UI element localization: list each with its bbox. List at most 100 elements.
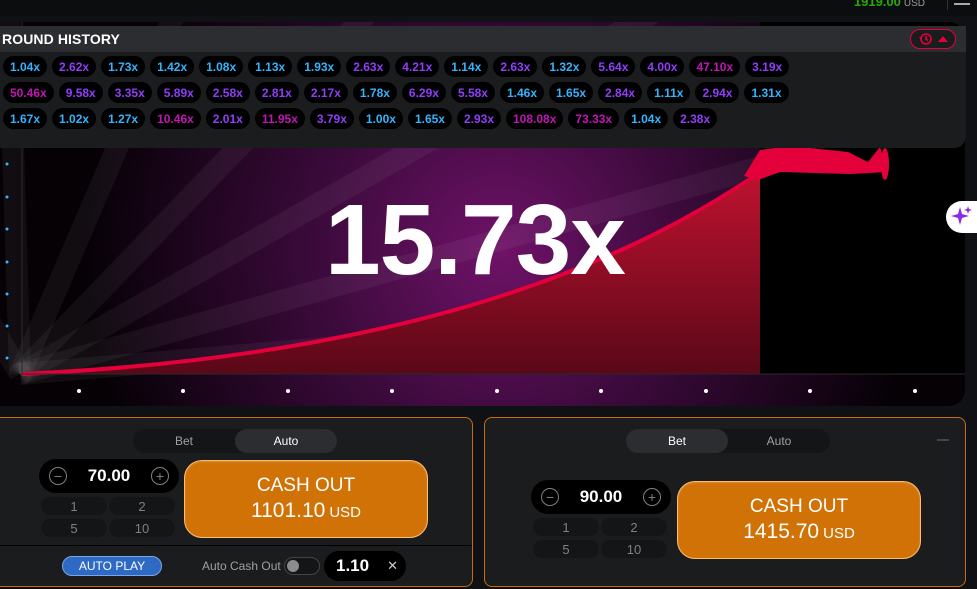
history-icon <box>918 33 932 45</box>
cash-out-button[interactable]: CASH OUT 1101.10 USD <box>184 460 428 538</box>
history-multiplier-chip[interactable]: 2.93x <box>456 108 501 129</box>
bet-mode-tabs: Bet Auto <box>133 429 337 453</box>
tab-bet[interactable]: Bet <box>133 429 235 453</box>
auto-cash-out-label: Auto Cash Out <box>202 559 281 573</box>
history-multiplier-chip[interactable]: 1.27x <box>101 108 146 129</box>
quick-bet-5[interactable]: 5 <box>533 540 599 558</box>
history-multiplier-chip[interactable]: 4.21x <box>395 56 440 77</box>
history-multiplier-chip[interactable]: 1.31x <box>744 82 789 103</box>
bet-amount-stepper: − 70.00 + <box>39 459 179 493</box>
balance-currency: USD <box>903 0 925 9</box>
history-multiplier-chip[interactable]: 1.65x <box>549 82 594 103</box>
current-multiplier: 15.73x <box>325 184 626 296</box>
history-multiplier-chip[interactable]: 11.95x <box>254 108 305 129</box>
history-multiplier-chip[interactable]: 3.35x <box>107 82 152 103</box>
top-bar: 1919.00 USD <box>0 0 977 16</box>
panel-divider <box>0 545 472 546</box>
history-multiplier-chip[interactable]: 10.46x <box>150 108 201 129</box>
cash-out-label: CASH OUT <box>256 475 356 496</box>
auto-play-button[interactable]: AUTO PLAY <box>62 556 162 576</box>
hamburger-icon[interactable] <box>947 0 970 10</box>
balance-value: 1919.00 <box>853 0 901 9</box>
history-multiplier-chip[interactable]: 2.81x <box>254 82 299 103</box>
history-multiplier-chip[interactable]: 4.00x <box>640 56 685 77</box>
bet-amount-stepper: − 90.00 + <box>531 480 671 514</box>
history-multiplier-chip[interactable]: 1.14x <box>444 56 489 77</box>
history-multiplier-chip[interactable]: 5.89x <box>156 82 201 103</box>
bet-panel-2: Bet Auto − 90.00 + 1 2 5 10 CASH OUT 141… <box>484 417 966 587</box>
quick-bet-1[interactable]: 1 <box>533 518 599 536</box>
history-multiplier-chip[interactable]: 2.84x <box>598 82 643 103</box>
history-multiplier-chip[interactable]: 3.79x <box>309 108 354 129</box>
history-multiplier-chip[interactable]: 2.17x <box>303 82 348 103</box>
minus-icon[interactable]: − <box>49 467 67 485</box>
bet-amount[interactable]: 90.00 <box>580 487 623 507</box>
quick-bet-2[interactable]: 2 <box>109 497 175 515</box>
history-multiplier-chip[interactable]: 5.64x <box>591 56 636 77</box>
history-multiplier-chip[interactable]: 2.58x <box>205 82 250 103</box>
history-row: 1.67x 1.02x 1.27x 10.46x 2.01x 11.95x 3.79x 1.0… <box>3 108 966 129</box>
auto-cash-out-input[interactable]: 1.10 ✕ <box>324 551 406 581</box>
history-multiplier-chip[interactable]: 1.11x <box>647 82 691 103</box>
round-history-header: ROUND HISTORY <box>0 26 966 52</box>
history-multiplier-chip[interactable]: 108.08x <box>506 108 564 129</box>
history-multiplier-chip[interactable]: 1.32x <box>542 56 587 77</box>
balance: 1919.00 USD <box>854 0 925 9</box>
history-multiplier-chip[interactable]: 5.58x <box>450 82 495 103</box>
quick-bet-10[interactable]: 10 <box>109 519 175 537</box>
history-multiplier-chip[interactable]: 1.93x <box>297 56 342 77</box>
bet-panel-1: Bet Auto − 70.00 + 1 2 5 10 CASH OUT 110… <box>0 417 473 587</box>
history-multiplier-chip[interactable]: 3.19x <box>745 56 790 77</box>
tab-auto[interactable]: Auto <box>728 429 830 453</box>
bet-amount[interactable]: 70.00 <box>88 466 131 486</box>
history-multiplier-chip[interactable]: 2.38x <box>673 108 718 129</box>
tab-auto[interactable]: Auto <box>235 429 337 453</box>
cash-out-currency: USD <box>329 504 362 521</box>
bet-mode-tabs: Bet Auto <box>626 429 830 453</box>
remove-panel-icon[interactable] <box>937 439 949 441</box>
history-multiplier-chip[interactable]: 1.00x <box>358 108 403 129</box>
history-multiplier-chip[interactable]: 2.63x <box>346 56 391 77</box>
cash-out-button[interactable]: CASH OUT 1415.70 USD <box>677 481 921 559</box>
history-multiplier-chip[interactable]: 2.94x <box>695 82 740 103</box>
history-multiplier-chip[interactable]: 50.46x <box>3 82 54 103</box>
clear-icon[interactable]: ✕ <box>387 558 398 574</box>
history-toggle-button[interactable] <box>910 29 956 49</box>
cash-out-amount: 1415.70 <box>743 520 820 543</box>
auto-cash-out-value: 1.10 <box>336 556 370 575</box>
tab-bet[interactable]: Bet <box>626 429 728 453</box>
history-multiplier-chip[interactable]: 1.04x <box>624 108 669 129</box>
auto-cash-out-toggle[interactable] <box>284 557 320 575</box>
history-multiplier-chip[interactable]: 1.46x <box>499 82 545 103</box>
history-multiplier-chip[interactable]: 1.13x <box>248 56 293 77</box>
history-multiplier-chip[interactable]: 1.08x <box>199 56 244 77</box>
cash-out-amount: 1101.10 <box>250 499 326 522</box>
history-multiplier-chip[interactable]: 1.42x <box>150 56 195 77</box>
plus-icon[interactable]: + <box>642 488 661 506</box>
history-multiplier-chip[interactable]: 9.58x <box>58 82 103 103</box>
quick-bet-1[interactable]: 1 <box>41 497 107 515</box>
history-multiplier-chip[interactable]: 2.63x <box>493 56 538 77</box>
quick-bet-5[interactable]: 5 <box>41 519 107 537</box>
plus-icon[interactable]: + <box>150 467 169 485</box>
history-multiplier-chip[interactable]: 47.10x <box>689 56 741 77</box>
sparkle-icon[interactable] <box>946 201 977 233</box>
quick-bet-2[interactable]: 2 <box>601 518 667 536</box>
history-multiplier-chip[interactable]: 1.78x <box>352 82 397 103</box>
history-multiplier-chip[interactable]: 6.29x <box>401 82 446 103</box>
quick-bet-10[interactable]: 10 <box>601 540 667 558</box>
history-list: 1.04x 2.62x 1.73x 1.42x 1.08x 1.13x 1.93x 2.63x… <box>0 52 966 129</box>
caret-up-icon <box>937 36 948 42</box>
history-multiplier-chip[interactable]: 1.04x <box>3 56 48 77</box>
history-multiplier-chip[interactable]: 1.65x <box>407 108 452 129</box>
cash-out-label: CASH OUT <box>749 496 849 517</box>
minus-icon[interactable]: − <box>541 488 559 506</box>
history-multiplier-chip[interactable]: 2.01x <box>205 108 250 129</box>
round-history-title: ROUND HISTORY <box>2 31 120 47</box>
history-multiplier-chip[interactable]: 73.33x <box>568 108 620 129</box>
history-multiplier-chip[interactable]: 1.02x <box>52 108 97 129</box>
history-multiplier-chip[interactable]: 1.67x <box>3 108 48 129</box>
history-multiplier-chip[interactable]: 2.62x <box>52 56 97 77</box>
history-multiplier-chip[interactable]: 1.73x <box>101 56 146 77</box>
history-row: 1.04x 2.62x 1.73x 1.42x 1.08x 1.13x 1.93x 2.63x… <box>3 56 966 77</box>
